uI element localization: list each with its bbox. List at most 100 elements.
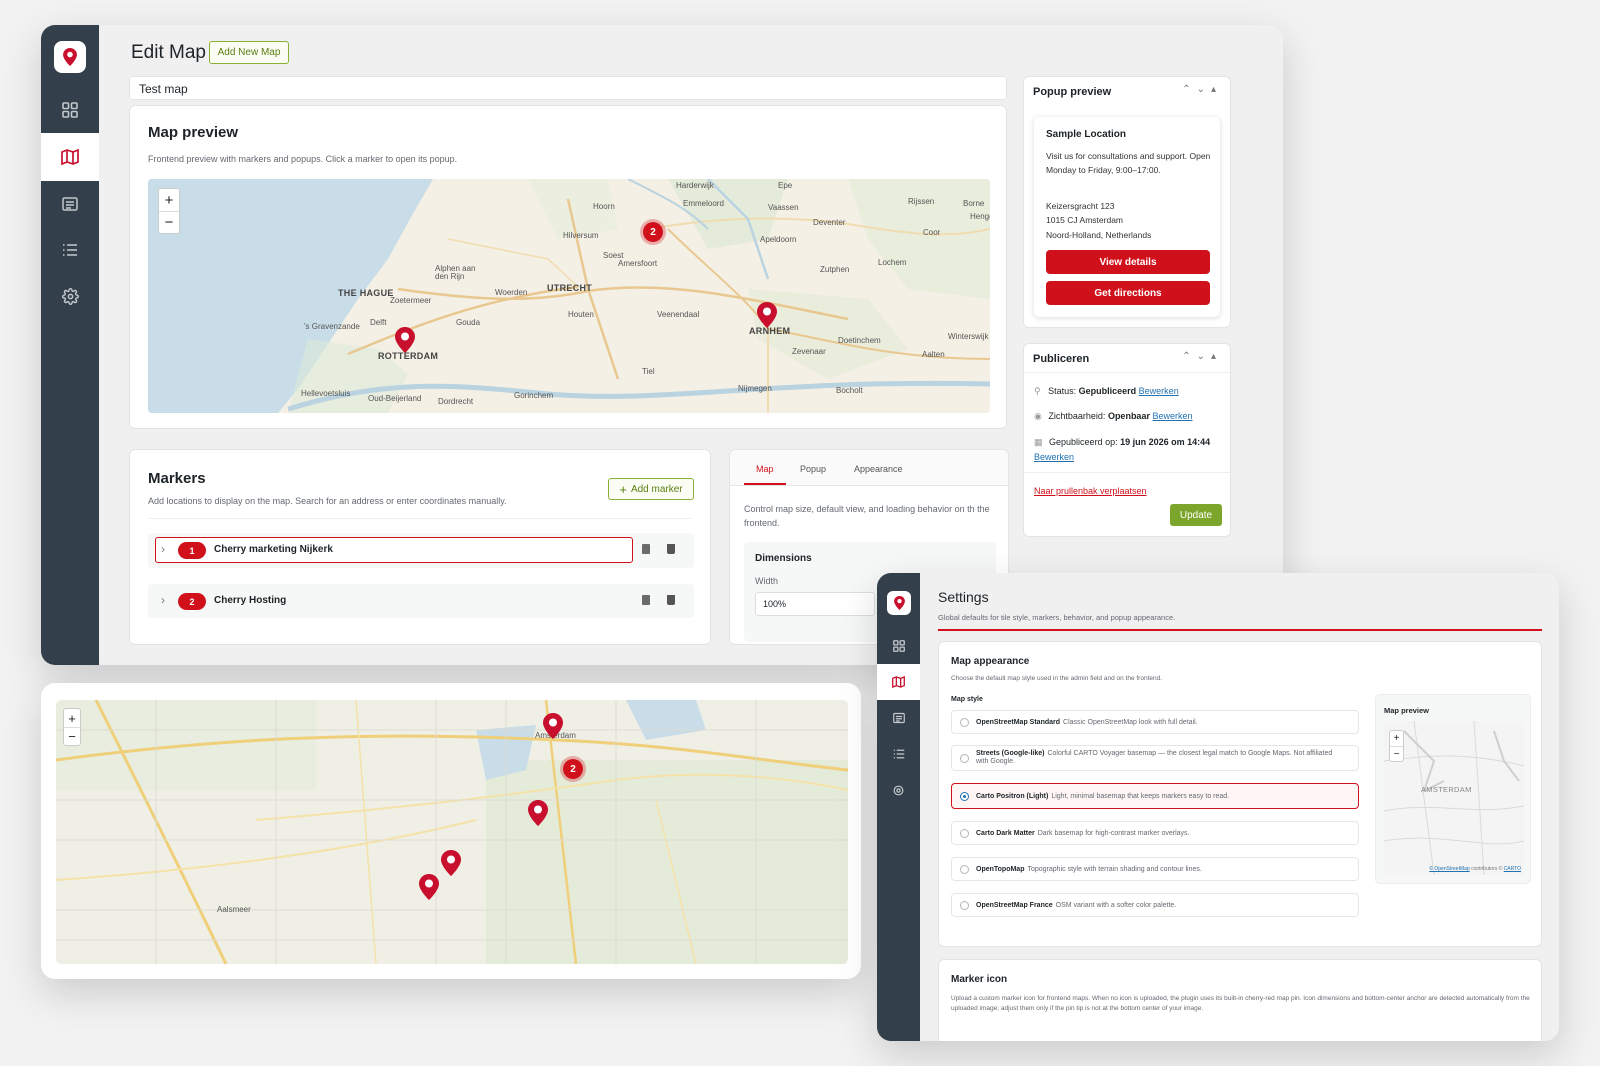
nav-list[interactable] <box>41 227 99 273</box>
map-label: Aalten <box>922 350 945 359</box>
appearance-desc: Choose the default map style used in the… <box>951 675 1163 682</box>
chevron-right-icon[interactable]: › <box>161 542 165 556</box>
zoom-control: + − <box>1389 730 1404 762</box>
view-details-button[interactable]: View details <box>1046 250 1210 274</box>
map-label: Coor <box>923 228 941 237</box>
map-marker-pin-icon[interactable] <box>395 327 415 353</box>
marker-number-badge: 2 <box>178 593 206 610</box>
zoom-in-button[interactable]: + <box>64 709 80 727</box>
option-name: Streets (Google-like) <box>976 750 1045 757</box>
city-map-window: + − Amsterdam Aalsmeer 2 <box>41 683 861 979</box>
map-label: Winterswijk <box>948 332 989 341</box>
trash-icon[interactable] <box>667 544 675 554</box>
nav-settings[interactable] <box>877 772 920 808</box>
map-label: Delft <box>370 318 387 327</box>
style-preview-map[interactable]: + − AMSTERDAM © OpenStreetMap contributo… <box>1384 721 1524 875</box>
zoom-out-button[interactable]: − <box>64 727 80 745</box>
marker-name: Cherry Hosting <box>214 595 287 606</box>
tab-appearance[interactable]: Appearance <box>854 464 903 474</box>
preview-city-label: AMSTERDAM <box>1421 785 1472 794</box>
collapse-controls[interactable]: ⌃⌄▴ <box>1182 351 1222 362</box>
radio-button[interactable] <box>960 901 969 910</box>
radio-button[interactable] <box>960 792 969 801</box>
move-to-trash-link[interactable]: Naar prullenbak verplaatsen <box>1034 486 1147 496</box>
option-name: OpenStreetMap France <box>976 901 1053 909</box>
update-button[interactable]: Update <box>1170 504 1222 526</box>
map-style-option[interactable]: OpenStreetMap Standard Classic OpenStreet… <box>951 710 1359 734</box>
map-icon <box>61 149 79 165</box>
edit-date-link[interactable]: Bewerken <box>1034 452 1074 462</box>
map-marker-pin-icon[interactable] <box>757 302 777 328</box>
map-marker-pin-icon[interactable] <box>419 874 439 900</box>
netherlands-map[interactable]: Harderwijk Epe Hoorn Emmeloord Vaassen D… <box>148 179 990 413</box>
osm-link[interactable]: © OpenStreetMap <box>1429 866 1469 872</box>
nav-content[interactable] <box>877 700 920 736</box>
list-icon <box>63 244 77 256</box>
option-name: OpenTopoMap <box>976 865 1025 873</box>
zoom-out-button[interactable]: − <box>159 211 179 233</box>
option-name: Carto Positron (Light) <box>976 792 1049 800</box>
chevron-right-icon[interactable]: › <box>161 593 165 607</box>
map-label: Epe <box>778 181 793 190</box>
marker-cluster[interactable]: 2 <box>640 219 666 245</box>
gear-icon <box>61 287 79 305</box>
duplicate-icon[interactable] <box>642 544 650 554</box>
width-input[interactable]: 100% <box>755 592 875 616</box>
nav-list[interactable] <box>877 736 920 772</box>
map-marker-pin-icon[interactable] <box>441 850 461 876</box>
dimensions-title: Dimensions <box>755 553 812 564</box>
marker-row[interactable]: › 1 Cherry marketing Nijkerk <box>148 533 694 568</box>
map-style-option[interactable]: OpenStreetMap France OSM variant with a s… <box>951 893 1359 917</box>
map-icon <box>892 676 905 688</box>
nav-maps[interactable] <box>41 133 99 181</box>
carto-link[interactable]: CARTO <box>1504 866 1521 872</box>
tab-popup[interactable]: Popup <box>800 464 826 474</box>
city-map-background <box>56 700 848 964</box>
map-label: Nijmegen <box>738 384 772 393</box>
zoom-in-button[interactable]: + <box>159 189 179 211</box>
marker-icon-title: Marker icon <box>951 974 1008 985</box>
radio-button[interactable] <box>960 865 969 874</box>
nav-settings[interactable] <box>41 273 99 319</box>
zoom-control: + − <box>63 708 81 746</box>
collapse-controls[interactable]: ⌃⌄▴ <box>1182 84 1222 95</box>
edit-visibility-link[interactable]: Bewerken <box>1152 411 1192 421</box>
map-label: 's Gravenzande <box>304 322 360 331</box>
map-title-input[interactable]: Test map <box>129 76 1007 100</box>
map-title-value: Test map <box>139 82 188 96</box>
tab-map[interactable]: Map <box>744 464 786 485</box>
nav-content[interactable] <box>41 181 99 227</box>
map-style-option[interactable]: Carto Dark Matter Dark basemap for high-c… <box>951 821 1359 845</box>
radio-button[interactable] <box>960 754 969 763</box>
map-label: Rijssen <box>908 197 935 206</box>
radio-button[interactable] <box>960 829 969 838</box>
map-marker-pin-icon[interactable] <box>543 713 563 739</box>
nav-maps[interactable] <box>877 664 920 700</box>
map-label: Vaassen <box>768 203 799 212</box>
map-style-option-selected[interactable]: Carto Positron (Light) Light, minimal bas… <box>951 783 1359 809</box>
add-new-map-button[interactable]: Add New Map <box>209 41 289 64</box>
markers-desc: Add locations to display on the map. Sea… <box>148 496 507 506</box>
trash-icon[interactable] <box>667 595 675 605</box>
appearance-title: Map appearance <box>951 656 1030 667</box>
nav-dashboard[interactable] <box>41 87 99 133</box>
nav-dashboard[interactable] <box>877 628 920 664</box>
zoom-in-button[interactable]: + <box>1390 731 1403 746</box>
map-marker-pin-icon[interactable] <box>528 800 548 826</box>
map-label: Hengelo <box>970 212 990 221</box>
map-label: Apeldoorn <box>760 235 797 244</box>
map-style-option[interactable]: Streets (Google-like) Colorful CARTO Voya… <box>951 745 1359 771</box>
marker-cluster[interactable]: 2 <box>560 756 586 782</box>
marker-row[interactable]: › 2 Cherry Hosting <box>148 584 694 618</box>
popup-address-line: Noord-Holland, Netherlands <box>1046 230 1152 240</box>
map-label: Houten <box>568 310 594 319</box>
get-directions-button[interactable]: Get directions <box>1046 281 1210 305</box>
edit-status-link[interactable]: Bewerken <box>1139 386 1179 396</box>
amsterdam-map[interactable]: + − Amsterdam Aalsmeer 2 <box>56 700 848 964</box>
add-marker-button[interactable]: + Add marker <box>608 478 694 500</box>
map-attribution: © OpenStreetMap contributors © CARTO <box>1429 866 1521 872</box>
duplicate-icon[interactable] <box>642 595 650 605</box>
map-style-option[interactable]: OpenTopoMap Topographic style with terrai… <box>951 857 1359 881</box>
zoom-out-button[interactable]: − <box>1390 746 1403 761</box>
radio-button[interactable] <box>960 718 969 727</box>
